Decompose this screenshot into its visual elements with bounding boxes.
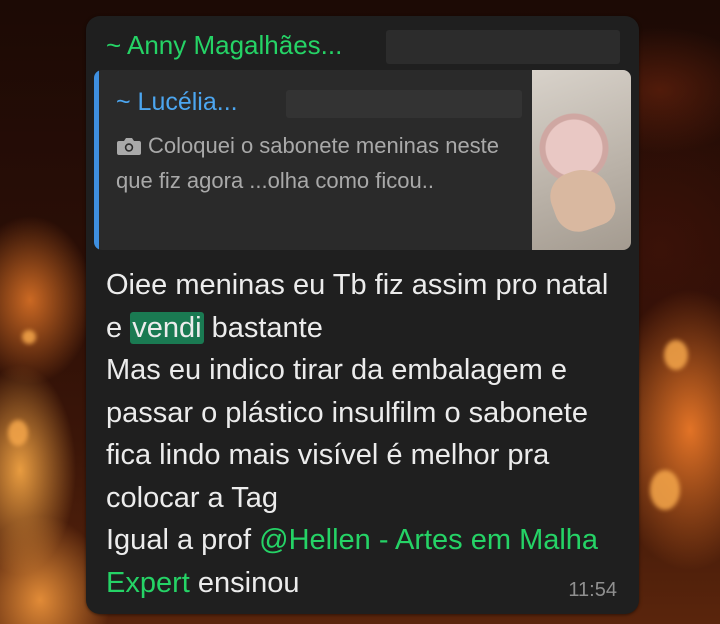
quoted-text-content: Coloquei o sabonete meninas neste que fi… [116, 133, 500, 193]
sender-name[interactable]: ~ Anny Magalhães... [106, 28, 342, 62]
camera-icon [117, 138, 141, 155]
quoted-author: ~ Lucélia... [116, 88, 238, 116]
quoted-message[interactable]: ~ Lucélia... Coloquei o sabonete meninas… [94, 70, 631, 250]
background-ember [650, 470, 680, 510]
search-highlight: vendi [130, 311, 204, 344]
message-timestamp: 11:54 [568, 579, 617, 601]
message-text-part: Mas eu indico tirar da embalagem e passa… [106, 354, 588, 514]
message-bubble[interactable]: ~ Anny Magalhães... ~ Lucélia... Coloque… [86, 16, 639, 614]
redacted-phone [386, 30, 620, 64]
background-ember [8, 420, 28, 446]
thumbnail-hand [543, 161, 621, 239]
background-ember [664, 340, 688, 370]
quoted-text: Coloquei o sabonete meninas neste que fi… [116, 128, 516, 198]
message-text-part: Igual a prof [106, 524, 260, 556]
redacted-phone [286, 90, 522, 118]
background-ember [22, 330, 36, 344]
quoted-image-thumbnail[interactable] [532, 70, 631, 250]
message-text-part: ensinou [189, 566, 300, 599]
message-text-part: bastante [203, 311, 323, 344]
message-text: Oiee meninas eu Tb fiz assim pro natal e… [106, 264, 616, 604]
quote-accent-bar [94, 70, 99, 250]
